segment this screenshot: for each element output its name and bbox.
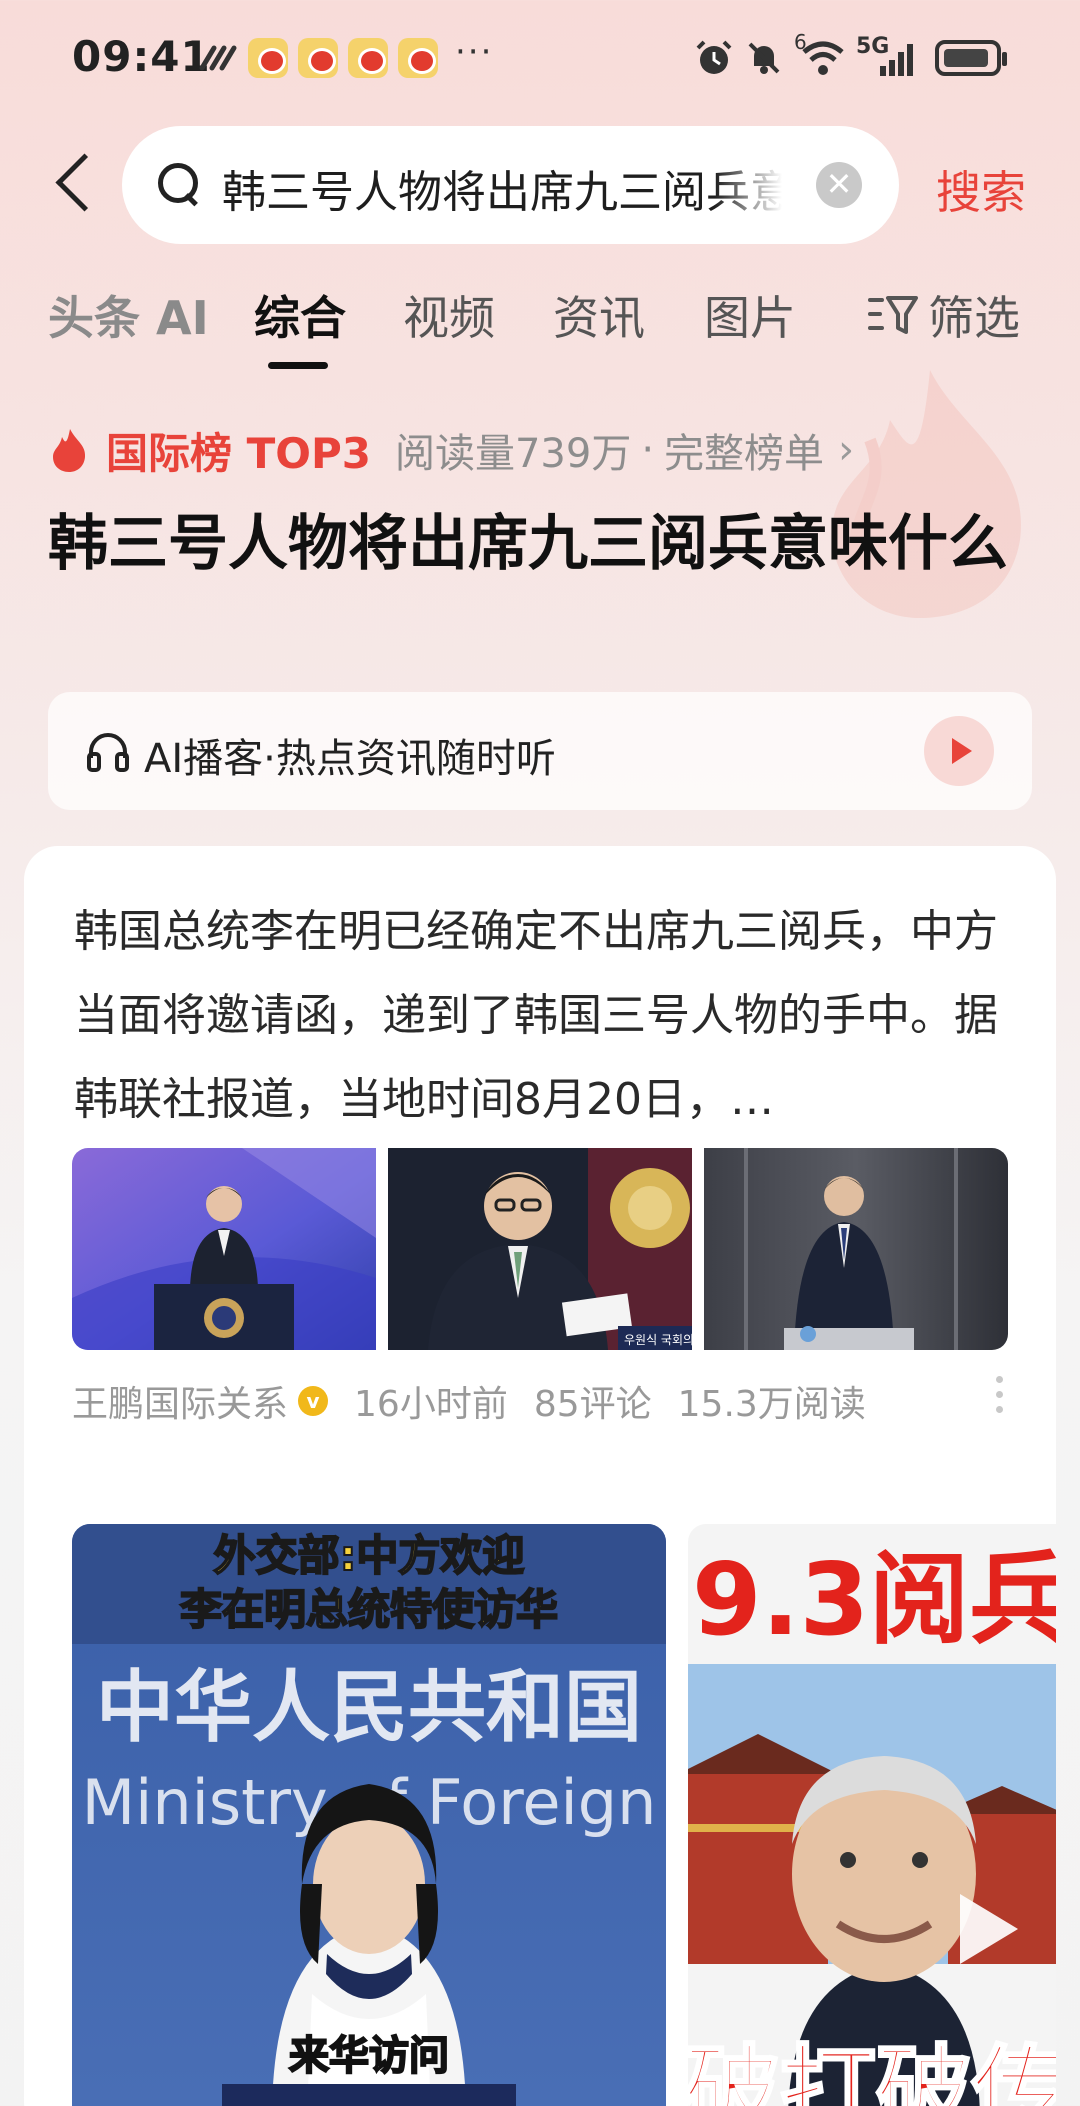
article-meta: 王鹏国际关系 v 16小时前 85评论 15.3万阅读 <box>72 1376 892 1426</box>
status-bar: 09:41 ··· 6 5G <box>0 0 1080 118</box>
thumbnail-sign-text: 우원식 국회의 <box>624 1333 692 1347</box>
meta-separator: · <box>641 427 655 473</box>
search-button[interactable]: 搜索 <box>936 156 1026 221</box>
video-card-parade[interactable]: 9.3阅兵 破打破传 <box>688 1524 1056 2106</box>
clear-icon[interactable]: ✕ <box>816 162 862 208</box>
search-input[interactable]: 韩三号人物将出席九三阅兵意味什么 <box>222 156 782 220</box>
article-time: 16小时前 <box>354 1384 508 1425</box>
podcast-label: AI播客·热点资讯随时听 <box>144 736 556 782</box>
thumbnail-podium[interactable] <box>72 1148 376 1350</box>
weibo-icon <box>398 38 438 78</box>
back-button[interactable] <box>48 148 96 220</box>
rank-label: 国际榜 TOP3 <box>106 428 371 478</box>
tab-comprehensive[interactable]: 综合 <box>254 282 346 348</box>
more-notifications: ··· <box>455 32 494 72</box>
full-list-link[interactable]: 完整榜单 <box>664 421 824 479</box>
video1-subtitle: 来华访问 <box>289 2033 449 2079</box>
link-icon <box>199 45 237 71</box>
battery-icon <box>935 40 1007 76</box>
article-card[interactable]: 韩国总统李在明已经确定不出席九三阅兵，中方当面将邀请函，递到了韩国三号人物的手中… <box>24 846 1056 2106</box>
tab-news[interactable]: 资讯 <box>553 282 645 348</box>
thumbnail-speaker[interactable]: 우원식 국회의 <box>388 1148 692 1350</box>
verified-badge-icon: v <box>298 1386 329 1416</box>
video1-caption-line2: 李在明总统特使访华 <box>180 1585 558 1634</box>
wifi-icon <box>802 41 844 75</box>
headphones-icon <box>87 733 129 772</box>
more-options-icon[interactable] <box>994 1376 1004 1420</box>
tab-toutiao-ai[interactable]: 头条 AI <box>48 282 209 348</box>
weibo-icon <box>348 38 388 78</box>
tab-video[interactable]: 视频 <box>403 282 495 348</box>
active-tab-indicator <box>268 362 328 369</box>
read-count: 阅读量739万 <box>394 431 632 477</box>
thumbnail-lectern[interactable] <box>704 1148 1008 1350</box>
page-title: 韩三号人物将出席九三阅兵意味什么 <box>48 509 1008 579</box>
video1-backdrop-cn: 中华人民共和国 <box>96 1663 642 1753</box>
search-box[interactable]: 韩三号人物将出席九三阅兵意味什么 ✕ <box>122 126 899 244</box>
video1-caption-line1: 外交部:中方欢迎 <box>214 1531 525 1580</box>
tab-filter[interactable]: 筛选 <box>868 282 1020 348</box>
video2-caption-top: 9.3阅兵 <box>692 1541 1056 1658</box>
weibo-icon <box>298 38 338 78</box>
tab-bar: 头条 AI 综合 视频 资讯 图片 筛选 <box>0 282 1080 372</box>
filter-icon <box>868 296 918 334</box>
article-summary[interactable]: 韩国总统李在明已经确定不出席九三阅兵，中方当面将邀请函，递到了韩国三号人物的手中… <box>74 890 1010 1142</box>
hot-rank-row[interactable]: 国际榜 TOP3 阅读量739万 · 完整榜单 › <box>50 422 854 478</box>
article-reads: 15.3万阅读 <box>677 1384 866 1425</box>
status-time: 09:41 <box>72 32 211 81</box>
play-button[interactable] <box>924 716 994 786</box>
ai-podcast-banner[interactable]: AI播客·热点资讯随时听 <box>48 692 1032 810</box>
alarm-icon <box>696 40 732 74</box>
article-thumbnails[interactable]: 우원식 국회의 <box>72 1148 1008 1350</box>
search-icon <box>158 163 202 207</box>
signal-icon <box>880 44 913 76</box>
weibo-icon <box>248 38 288 78</box>
video2-caption-bottom: 破打破传 <box>688 2035 1056 2106</box>
article-comments: 85评论 <box>533 1384 652 1425</box>
chevron-right-icon: › <box>838 427 855 473</box>
mute-icon <box>748 42 780 74</box>
tab-filter-label: 筛选 <box>928 291 1020 345</box>
flame-icon <box>53 429 86 472</box>
article-source[interactable]: 王鹏国际关系 <box>72 1375 288 1427</box>
tab-images[interactable]: 图片 <box>704 282 796 348</box>
video-card-foreign-ministry[interactable]: 外交部:中方欢迎 李在明总统特使访华 中华人民共和国 Ministry of F… <box>72 1524 666 2106</box>
